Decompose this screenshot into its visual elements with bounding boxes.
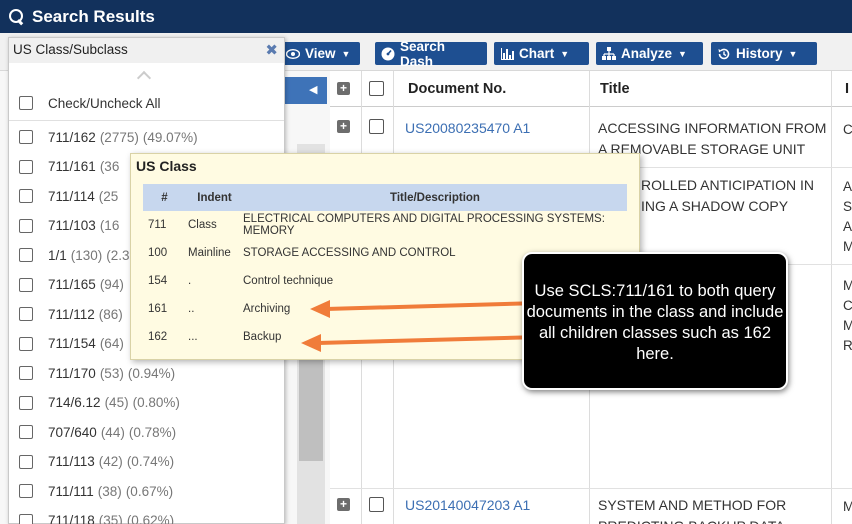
app-root: Search Results View ▼ Search Dash Chart … [0,0,852,524]
arrow-to-archiving [310,300,541,318]
arrow-to-backup [301,334,541,352]
annotation-callout: Use SCLS:711/161 to both query documents… [522,252,788,390]
